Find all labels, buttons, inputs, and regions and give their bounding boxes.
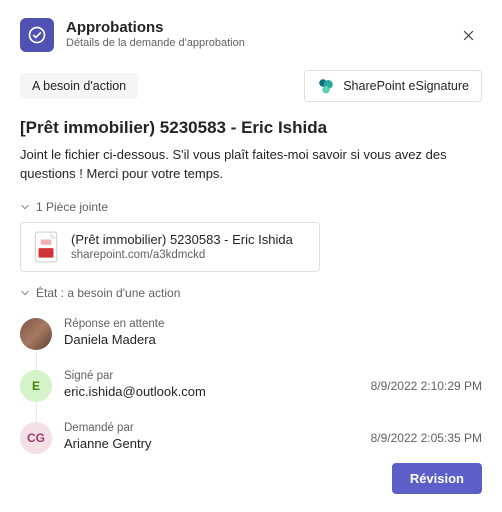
timeline-entry-name: Arianne Gentry (64, 436, 359, 453)
timeline-entry-timestamp: 8/9/2022 2:10:29 PM (371, 379, 482, 393)
attachment-card[interactable]: (Prêt immobilier) 5230583 - Eric Ishida … (20, 222, 320, 272)
request-description: Joint le fichier ci-dessous. S'il vous p… (20, 146, 482, 184)
provider-button[interactable]: SharePoint eSignature (304, 70, 482, 102)
timeline-entry-name: eric.ishida@outlook.com (64, 384, 359, 401)
state-section-header[interactable]: État : a besoin d'une action (20, 286, 482, 300)
provider-label: SharePoint eSignature (343, 79, 469, 93)
dialog-header: Approbations Détails de la demande d'app… (20, 18, 482, 52)
timeline: Réponse en attente Daniela Madera E Sign… (20, 308, 482, 464)
attachment-link: sharepoint.com/a3kdmckd (71, 249, 293, 261)
avatar: CG (20, 422, 52, 454)
timeline-entry-label: Signé par (64, 370, 359, 384)
avatar: E (20, 370, 52, 402)
approval-dialog: Approbations Détails de la demande d'app… (0, 0, 502, 512)
state-section-label: État : a besoin d'une action (36, 286, 180, 300)
sharepoint-icon (317, 77, 335, 95)
timeline-entry-timestamp: 8/9/2022 2:05:35 PM (371, 431, 482, 445)
dialog-subtitle: Détails de la demande d'approbation (66, 37, 442, 50)
attachments-section-header[interactable]: 1 Pièce jointe (20, 200, 482, 214)
avatar (20, 318, 52, 350)
timeline-entry-label: Demandé par (64, 422, 359, 436)
close-button[interactable] (454, 21, 482, 49)
status-row: A besoin d'action SharePoint eSignature (20, 70, 482, 102)
status-chip: A besoin d'action (20, 73, 138, 99)
approvals-app-icon (20, 18, 54, 52)
dialog-title: Approbations (66, 19, 442, 37)
timeline-entry-name: Daniela Madera (64, 332, 470, 349)
attachment-name: (Prêt immobilier) 5230583 - Eric Ishida (71, 232, 293, 248)
pdf-file-icon (33, 231, 59, 263)
close-icon (462, 29, 475, 42)
timeline-entry-label: Réponse en attente (64, 318, 470, 332)
review-button[interactable]: Révision (392, 463, 482, 494)
timeline-entry: Réponse en attente Daniela Madera (20, 308, 482, 360)
timeline-entry: E Signé par eric.ishida@outlook.com 8/9/… (20, 360, 482, 412)
attachments-section-label: 1 Pièce jointe (36, 200, 108, 214)
request-title: [Prêt immobilier) 5230583 - Eric Ishida (20, 118, 482, 138)
chevron-down-icon (20, 202, 30, 212)
dialog-footer: Révision (392, 463, 482, 494)
chevron-down-icon (20, 288, 30, 298)
timeline-entry: CG Demandé par Arianne Gentry 8/9/2022 2… (20, 412, 482, 464)
